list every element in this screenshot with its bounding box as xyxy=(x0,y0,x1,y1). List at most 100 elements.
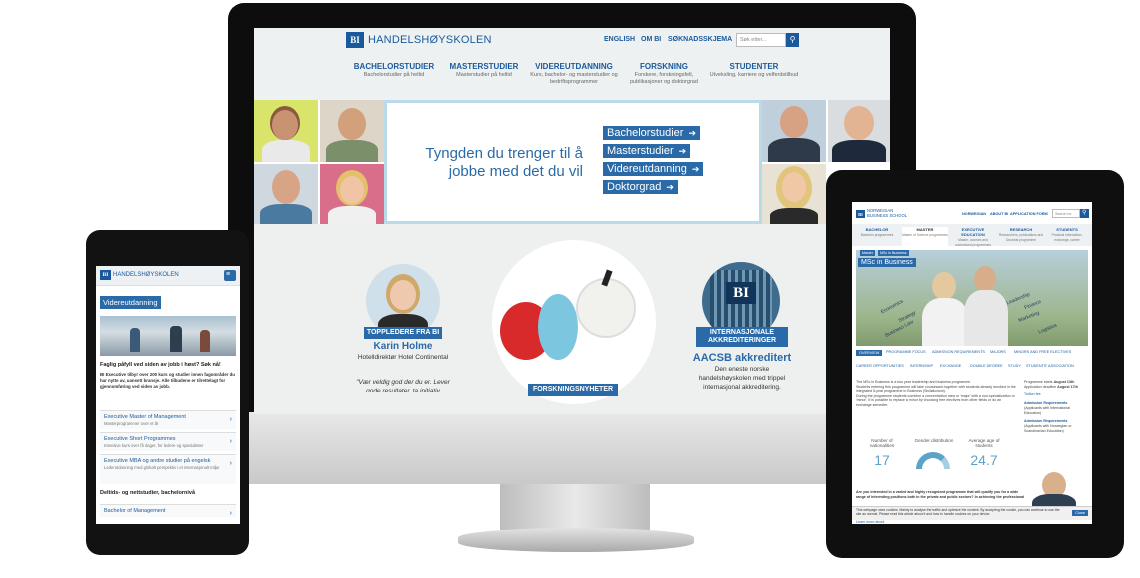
chevron-right-icon: › xyxy=(229,510,232,517)
search-button[interactable]: ⚲ xyxy=(1080,209,1089,218)
tablet-screen: BI NORWEGIAN BUSINESS SCHOOL NORWEGIAN A… xyxy=(852,202,1092,524)
hero-word: Marketing xyxy=(1017,310,1041,324)
site-logo-text[interactable]: NORWEGIAN BUSINESS SCHOOL xyxy=(867,208,907,218)
hero-button-bachelorstudier[interactable]: Bachelorstudier ➔ xyxy=(603,126,700,140)
chevron-right-icon: › xyxy=(229,416,232,423)
hero-button-label: Videreutdanning xyxy=(607,163,687,175)
top-link-about-bi[interactable]: ABOUT BI xyxy=(990,212,1008,216)
nav-research[interactable]: RESEARCH Researchers, publications and Do… xyxy=(998,227,1044,242)
programme-facts: Programme starts August 13th Application… xyxy=(1024,380,1088,434)
classroom-photo xyxy=(100,316,236,356)
hero-button-label: Masterstudier xyxy=(607,145,674,157)
tab-exchange[interactable]: EXCHANGE xyxy=(940,364,961,368)
nav-masterstudier[interactable]: MASTERSTUDIER Masterstudier på heltid xyxy=(439,62,529,79)
tab-admission-requirements[interactable]: ADMISSION REQUIREMENTS xyxy=(932,350,985,354)
list-item[interactable]: Executive Master of Management Masterpro… xyxy=(100,410,236,429)
programme-hero-photo: Master MSc in Business MSc in Business E… xyxy=(856,250,1088,346)
footer-link[interactable]: Learn more about xyxy=(856,520,884,524)
nav-bachelorstudier[interactable]: BACHELORSTUDIER Bachelorstudier på helti… xyxy=(349,62,439,79)
list-item-title: Executive MBA og andre studier på engels… xyxy=(104,458,211,464)
tab-study[interactable]: STUDY xyxy=(1008,364,1021,368)
top-link-english[interactable]: ENGLISH xyxy=(604,36,635,43)
bullet: During the programme students combine a … xyxy=(856,393,1015,407)
chevron-right-icon: › xyxy=(229,460,232,467)
bi-logo-mark[interactable]: BI xyxy=(856,210,865,218)
card-badge[interactable]: TOPPLEDERE FRA BI xyxy=(364,327,442,339)
card-badge[interactable]: FORSKNINGSNYHETER xyxy=(528,384,618,396)
bi-logo-mark[interactable]: BI xyxy=(100,270,111,280)
student-photo xyxy=(828,100,890,162)
nav-subtitle: Forskere, forskningsfelt, publikasjoner … xyxy=(630,72,698,85)
hero-button-videreutdanning[interactable]: Videreutdanning ➔ xyxy=(603,162,704,176)
bi-logo-mark: BI xyxy=(726,282,756,304)
intro-text: BI Executive tilbyr over 200 kurs og stu… xyxy=(100,372,235,389)
nav-subtitle: Bachelor programmes xyxy=(860,233,894,237)
card-name[interactable]: Karin Holme xyxy=(352,341,454,352)
nav-title: RESEARCH xyxy=(1009,227,1033,232)
top-link-norwegian[interactable]: NORWEGIAN xyxy=(962,212,986,216)
search-button[interactable]: ⚲ xyxy=(786,33,799,47)
nav-videreutdanning[interactable]: VIDEREUTDANNING Kurs, bachelor- og maste… xyxy=(529,62,619,86)
arrow-right-icon: ➔ xyxy=(691,164,700,174)
card-text: Den eneste norske handelshøyskolen med t… xyxy=(698,366,786,391)
hero-button-doktorgrad[interactable]: Doktorgrad ➔ xyxy=(603,180,678,194)
tab-students-association[interactable]: STUDENTS' ASSOCIATION xyxy=(1026,364,1074,368)
chevron-right-icon: › xyxy=(229,438,232,445)
menu-button[interactable]: ≡ xyxy=(224,270,236,281)
search-icon: ⚲ xyxy=(789,35,796,44)
breadcrumb-item[interactable]: Master xyxy=(860,250,875,256)
side-note: (Applicants with International Education… xyxy=(1024,406,1070,415)
arrow-right-icon: ➔ xyxy=(666,182,674,192)
tab-internship[interactable]: INTERNSHIP xyxy=(910,364,933,368)
hero-headline: Tyngden du trenger til å jobbe med det d… xyxy=(425,145,583,180)
tab-minors[interactable]: MINORS AND FREE ELECTIVES xyxy=(1014,350,1071,354)
side-link[interactable]: Tuition fee xyxy=(1024,392,1088,397)
nav-title: EXECUTIVE EDUCATION xyxy=(961,227,985,237)
student-photo xyxy=(320,164,384,224)
card-headline[interactable]: AACSB akkreditert xyxy=(682,352,802,364)
stat-label: Average age of students xyxy=(968,438,1000,448)
desktop-screen: BI HANDELSHØYSKOLEN ENGLISH OM BI SØKNAD… xyxy=(254,28,890,414)
section-heading: Deltids- og nettstudier, bachelornivå xyxy=(100,490,196,496)
tab-double-degree[interactable]: DOUBLE DEGREE xyxy=(970,364,1003,368)
top-link-soknadsskjema[interactable]: SØKNADSSKJEMA xyxy=(668,36,732,43)
nav-studenter[interactable]: STUDENTER Utveksling, karriere og velfer… xyxy=(709,62,799,79)
fact-label: Programme starts xyxy=(1024,380,1053,384)
section-tag[interactable]: Videreutdanning xyxy=(100,296,161,309)
bi-logo-mark[interactable]: BI xyxy=(346,32,364,48)
tab-majors[interactable]: MAJORS xyxy=(990,350,1006,354)
feature-cards: TOPPLEDERE FRA BI Karin Holme Hotelldire… xyxy=(254,224,890,414)
desktop-header: BI HANDELSHØYSKOLEN ENGLISH OM BI SØKNAD… xyxy=(254,28,890,100)
list-item-subtitle: Intensive kurs over få dager, for ledere… xyxy=(104,443,204,448)
site-logo-text[interactable]: HANDELSHØYSKOLEN xyxy=(113,272,179,278)
nav-title: FORSKNING xyxy=(640,62,688,71)
list-item[interactable]: Bachelor of Management › xyxy=(100,504,236,517)
hero-word: Finance xyxy=(1023,298,1043,312)
student-photo xyxy=(762,100,826,162)
nav-executive-education[interactable]: EXECUTIVE EDUCATION Master, courses and c… xyxy=(950,227,996,247)
breadcrumb-item[interactable]: MSc in Business xyxy=(878,250,909,256)
tab-programme-focus[interactable]: PROGRAMME FOCUS xyxy=(886,350,926,354)
nav-subtitle: Bachelorstudier på heltid xyxy=(363,72,425,78)
nav-bachelor[interactable]: BACHELOR Bachelor programmes xyxy=(854,227,900,237)
nav-students[interactable]: STUDENTS Practical information, exchange,… xyxy=(1044,227,1090,242)
list-item[interactable]: Executive MBA og andre studier på engels… xyxy=(100,454,236,484)
nav-forskning[interactable]: FORSKNING Forskere, forskningsfelt, publ… xyxy=(619,62,709,86)
tab-career[interactable]: CAREER OPPORTUNITIES xyxy=(856,364,904,368)
search-input[interactable]: Search for xyxy=(1052,209,1080,218)
card-badge[interactable]: INTERNASJONALE AKKREDITERINGER xyxy=(696,327,788,347)
hero-button-masterstudier[interactable]: Masterstudier ➔ xyxy=(603,144,691,158)
nav-master[interactable]: MASTER Master of Science programmes xyxy=(902,227,948,246)
angry-birds-image[interactable] xyxy=(492,240,656,404)
cookie-banner: This webpage uses cookies. Mainly to ana… xyxy=(852,506,1092,520)
search-input[interactable]: Søk etter... xyxy=(736,33,786,47)
top-link-application-form[interactable]: APPLICATION FORM xyxy=(1010,212,1048,216)
gender-distribution-gauge xyxy=(916,452,950,469)
overview-text: The MSc in Business is a two year leader… xyxy=(856,380,1016,408)
nav-title: BACHELOR xyxy=(865,227,889,232)
cookie-close-button[interactable]: Close xyxy=(1072,510,1088,517)
site-logo-text[interactable]: HANDELSHØYSKOLEN xyxy=(368,34,492,46)
list-item[interactable]: Executive Short Programmes Intensive kur… xyxy=(100,432,236,451)
top-link-om-bi[interactable]: OM BI xyxy=(641,36,661,43)
tab-overview[interactable]: OVERVIEW xyxy=(856,350,883,356)
